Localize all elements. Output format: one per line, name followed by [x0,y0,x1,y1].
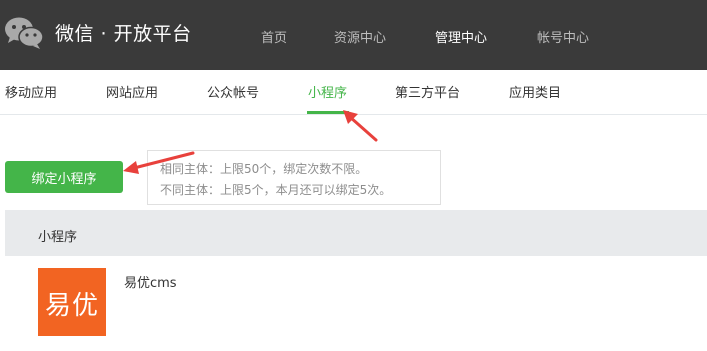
nav-home[interactable]: 首页 [261,27,287,46]
tab-mini-program[interactable]: 小程序 [308,82,347,101]
table-row[interactable]: 易优 易优cms [5,256,707,351]
tip-same-entity: 相同主体：上限50个，绑定次数不限。 [160,162,368,176]
column-header-mini-program: 小程序 [38,230,78,245]
tab-mobile-app[interactable]: 移动应用 [5,82,57,101]
wechat-icon[interactable] [4,16,44,50]
tab-third-party-platform[interactable]: 第三方平台 [395,82,460,101]
nav-management-center[interactable]: 管理中心 [435,27,487,46]
tab-official-account[interactable]: 公众帐号 [207,82,259,101]
tab-website-app[interactable]: 网站应用 [106,82,158,101]
tab-app-category[interactable]: 应用类目 [509,82,561,101]
app-logo[interactable]: 易优 [38,268,106,336]
tip-different-entity: 不同主体：上限5个，本月还可以绑定5次。 [160,183,392,197]
bind-mini-program-button[interactable]: 绑定小程序 [5,161,123,193]
binding-limit-tip: 相同主体：上限50个，绑定次数不限。 不同主体：上限5个，本月还可以绑定5次。 [147,150,441,205]
category-tabs: 移动应用 网站应用 公众帐号 小程序 第三方平台 应用类目 [0,70,707,115]
active-tab-indicator [307,111,349,114]
app-name[interactable]: 易优cms [124,272,177,291]
nav-account-center[interactable]: 帐号中心 [537,27,589,46]
top-header: 微信 · 开放平台 首页 资源中心 管理中心 帐号中心 [0,0,707,70]
nav-resource-center[interactable]: 资源中心 [334,27,386,46]
table-header: 小程序 [5,210,707,256]
brand-title[interactable]: 微信 · 开放平台 [55,19,192,46]
app-logo-text: 易优 [44,291,99,321]
